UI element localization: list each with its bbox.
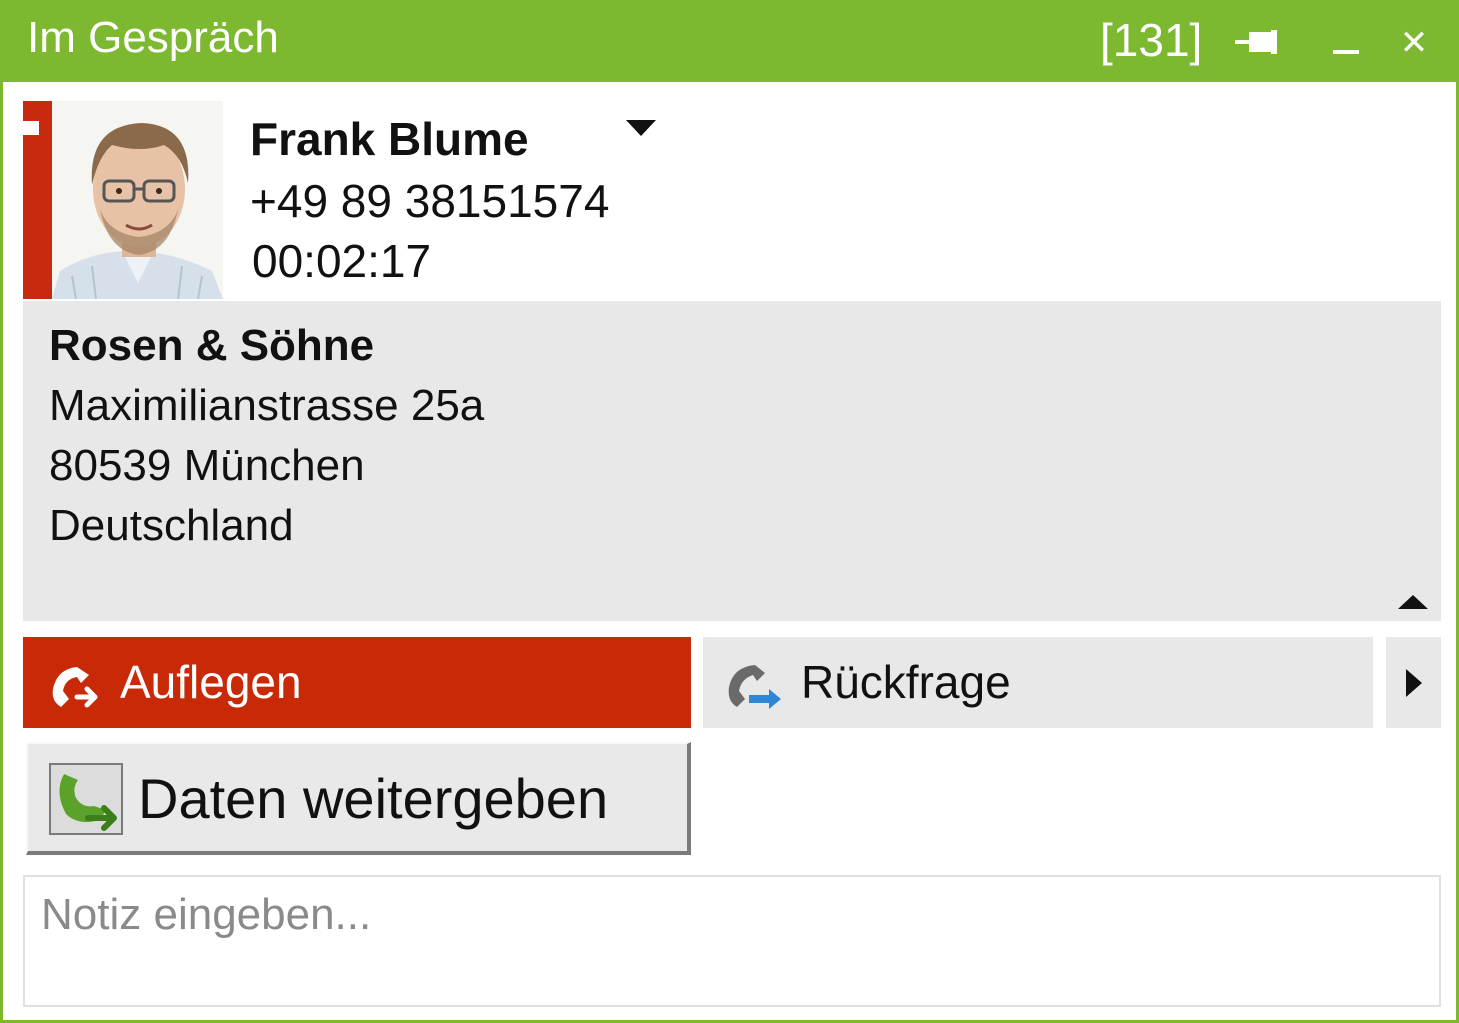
title-bar: Im Gespräch [131] ✕ — [3, 0, 1459, 82]
company-country: Deutschland — [49, 501, 294, 550]
note-input[interactable] — [23, 875, 1441, 1007]
close-icon: ✕ — [1399, 24, 1429, 62]
phone-hangup-icon — [52, 667, 98, 708]
chevron-up-icon — [1398, 595, 1428, 609]
consult-label: Rückfrage — [801, 656, 1011, 708]
extension-number: [131] — [1100, 14, 1203, 66]
company-street: Maximilianstrasse 25a — [49, 381, 485, 430]
more-actions-button[interactable] — [1386, 637, 1441, 728]
call-window: Im Gespräch [131] ✕ Frank Blume +49 89 3… — [0, 0, 1459, 1023]
close-button[interactable]: ✕ — [1389, 22, 1439, 64]
chevron-down-icon — [626, 120, 656, 136]
consult-button[interactable]: Rückfrage — [703, 637, 1373, 728]
pin-icon — [1235, 30, 1277, 54]
company-name: Rosen & Söhne — [49, 321, 375, 370]
company-info-panel: Rosen & Söhne Maximilianstrasse 25a 8053… — [23, 301, 1441, 621]
collapse-panel-button[interactable] — [1391, 589, 1435, 617]
status-stripe-notch — [23, 121, 39, 135]
caller-name: Frank Blume — [250, 113, 529, 165]
minimize-icon — [1333, 50, 1359, 54]
hangup-label: Auflegen — [120, 656, 302, 708]
call-duration: 00:02:17 — [252, 235, 432, 287]
company-city: 80539 München — [49, 441, 365, 490]
phone-forward-icon — [728, 665, 781, 709]
caller-phone: +49 89 38151574 — [250, 175, 610, 227]
pin-button[interactable] — [1229, 22, 1283, 64]
share-data-icon — [49, 763, 123, 835]
chevron-right-icon — [1406, 669, 1422, 697]
contact-avatar — [52, 101, 223, 299]
hangup-button[interactable]: Auflegen — [23, 637, 691, 728]
window-title: Im Gespräch — [27, 13, 279, 62]
share-data-label: Daten weitergeben — [138, 767, 609, 830]
share-data-button[interactable]: Daten weitergeben — [26, 742, 691, 855]
caller-dropdown-button[interactable] — [617, 112, 667, 148]
minimize-button[interactable] — [1321, 22, 1375, 64]
